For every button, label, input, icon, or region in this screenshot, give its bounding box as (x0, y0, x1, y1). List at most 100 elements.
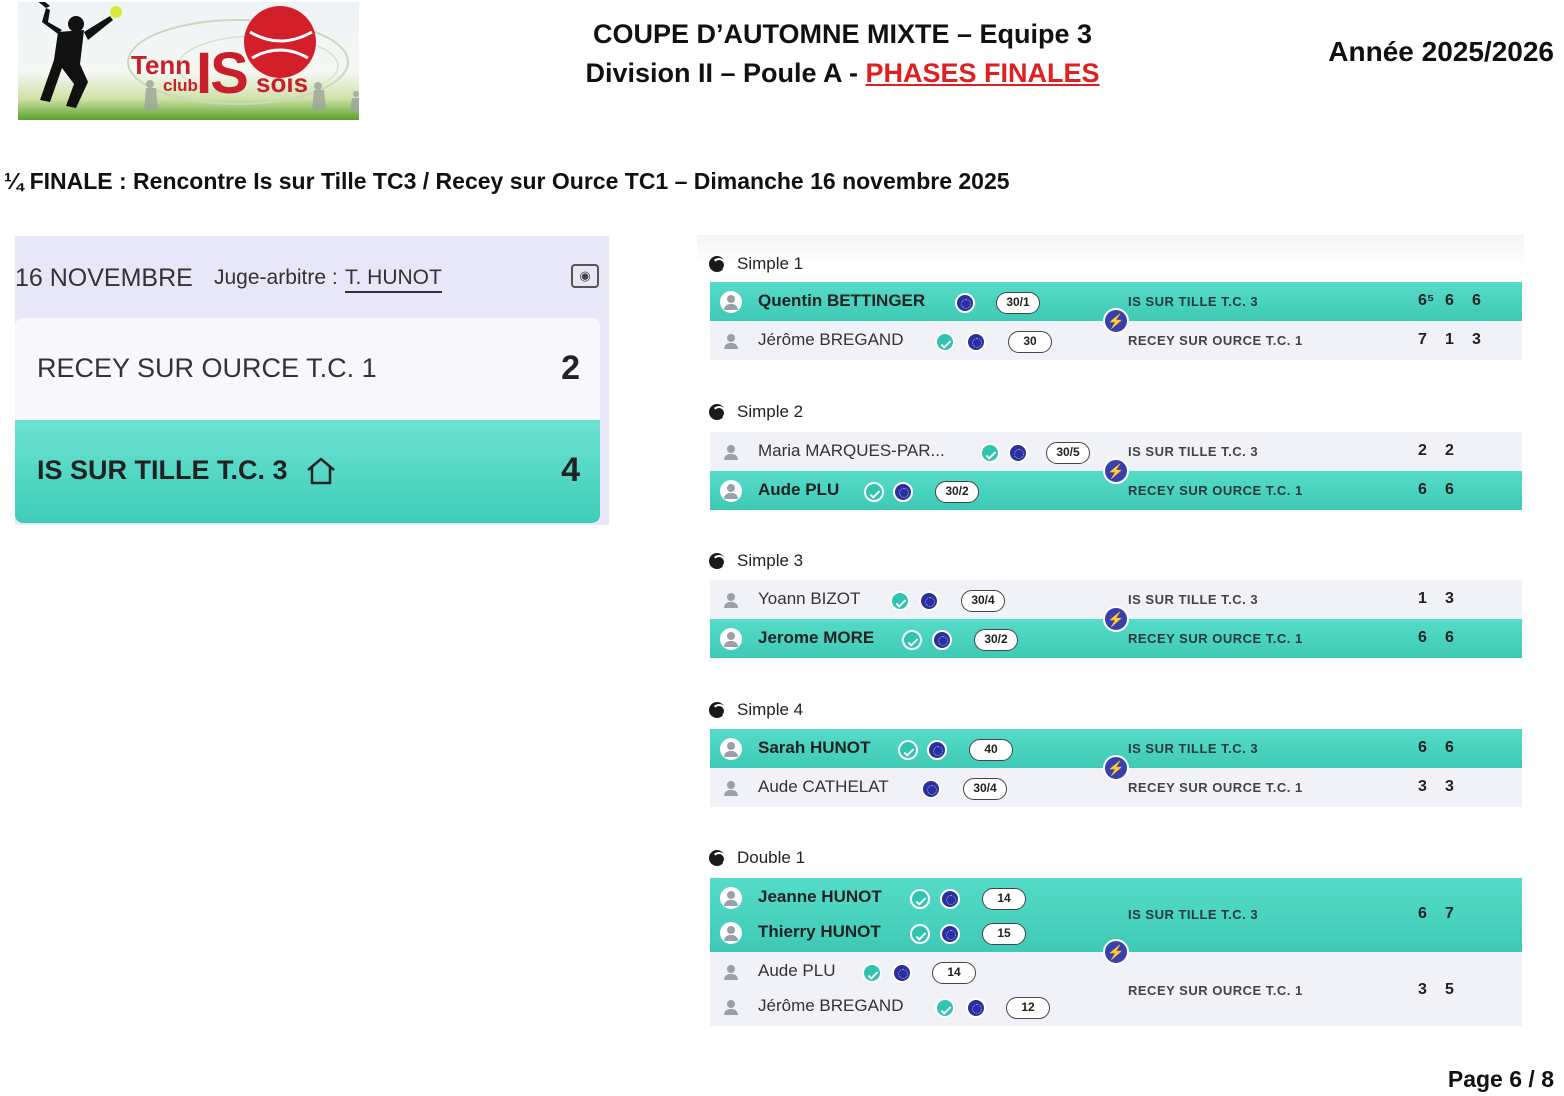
judge-name[interactable]: T. HUNOT (345, 266, 442, 293)
set-score: 6⁵ (1418, 292, 1435, 309)
verified-badge-icon (910, 889, 930, 909)
pair-player[interactable]: Jérôme BREGAND 12 (710, 987, 1130, 1026)
title-line-2: Division II – Poule A - PHASES FINALES (540, 54, 1145, 93)
tennis-ball-icon (709, 702, 726, 718)
license-badge-icon (921, 779, 941, 799)
club-name: RECEY SUR OURCE T.C. 1 (1128, 631, 1303, 646)
club-name: IS SUR TILLE T.C. 3 (1128, 444, 1259, 459)
license-badge-icon (966, 998, 986, 1018)
player-ranking: 15 (982, 923, 1026, 945)
team-name: RECEY SUR OURCE T.C. 1 (37, 353, 377, 383)
player-name[interactable]: Jérôme BREGAND (758, 996, 903, 1016)
club-name: RECEY SUR OURCE T.C. 1 (1128, 483, 1303, 498)
verified-badge-icon (890, 591, 910, 611)
set-score: 3 (1445, 590, 1454, 607)
player-avatar-icon (720, 922, 742, 944)
player-name[interactable]: Jérôme BREGAND (758, 330, 903, 350)
set-score: 6 (1472, 292, 1481, 309)
club-name: RECEY SUR OURCE T.C. 1 (1128, 780, 1303, 795)
section-title: ¼ FINALE : Rencontre Is sur Tille TC3 / … (4, 168, 1010, 194)
team-score: 2 (561, 349, 580, 387)
set-score: 6 (1445, 292, 1454, 309)
player-name[interactable]: Aude PLU (758, 961, 836, 981)
club-logo: Tenn club IS sois (18, 2, 359, 120)
lightning-icon: ⚡ (1103, 939, 1129, 965)
set-scores: 66 (1418, 481, 1472, 499)
set-scores: 66 (1418, 739, 1472, 757)
match-scoreboard: 16 NOVEMBRE Juge-arbitre : T. HUNOT ◉ RE… (15, 236, 609, 525)
player-name[interactable]: Jerome MORE (758, 628, 874, 648)
club-name: RECEY SUR OURCE T.C. 1 (1128, 983, 1303, 998)
player-ranking: 30 (1008, 331, 1052, 353)
player-ranking: 30/4 (963, 778, 1007, 800)
match-header: Simple 1 (709, 251, 803, 277)
match-header: Simple 2 (709, 399, 803, 425)
title-line-2-prefix: Division II – Poule A - (585, 58, 866, 88)
verified-badge-icon (935, 332, 955, 352)
set-scores: 67 (1418, 905, 1472, 923)
club-name: RECEY SUR OURCE T.C. 1 (1128, 333, 1303, 348)
player-avatar-icon (720, 589, 742, 611)
set-scores: 6⁵ 6 6 (1418, 292, 1499, 310)
match-label: Simple 4 (737, 700, 804, 719)
player-avatar-icon (720, 777, 742, 799)
player-name[interactable]: Aude CATHELAT (758, 777, 889, 797)
set-scores: 22 (1418, 442, 1472, 460)
player-avatar-icon (720, 738, 742, 760)
match-results-panel: Simple 1 Quentin BETTINGER 30/1 IS SUR T… (697, 235, 1524, 1035)
club-name: IS SUR TILLE T.C. 3 (1128, 741, 1259, 756)
pair-player[interactable]: Jeanne HUNOT 14 (710, 878, 1130, 917)
player-avatar-icon (720, 628, 742, 650)
verified-badge-icon (898, 740, 918, 760)
set-score: 3 (1418, 778, 1427, 795)
team-row-home[interactable]: IS SUR TILLE T.C. 3 4 (15, 420, 600, 523)
set-score: 5 (1445, 981, 1454, 998)
verified-badge-icon (980, 443, 1000, 463)
player-avatar-icon (720, 887, 742, 909)
verified-badge-icon (864, 482, 884, 502)
set-score: 3 (1418, 981, 1427, 998)
pair-player[interactable]: Aude PLU 14 (710, 952, 1130, 991)
verified-badge-icon (862, 963, 882, 983)
player-ranking: 30/5 (1046, 442, 1090, 464)
player-ranking: 30/2 (974, 629, 1018, 651)
page-number: Page 6 / 8 (1447, 1066, 1554, 1092)
match-header: Simple 3 (709, 548, 803, 574)
player-ranking: 30/4 (961, 590, 1005, 612)
club-name: IS SUR TILLE T.C. 3 (1128, 592, 1259, 607)
document-title: COUPE D’AUTOMNE MIXTE – Equipe 3 Divisio… (540, 15, 1145, 93)
player-name[interactable]: Aude PLU (758, 480, 839, 500)
team-score: 4 (561, 451, 580, 489)
player-name[interactable]: Sarah HUNOT (758, 738, 870, 758)
match-label: Simple 1 (737, 254, 804, 273)
license-badge-icon (919, 591, 939, 611)
license-badge-icon (940, 889, 960, 909)
set-scores: 7 1 3 (1418, 331, 1499, 349)
verified-badge-icon (902, 630, 922, 650)
player-name[interactable]: Maria MARQUES-PAR... (758, 441, 945, 461)
player-name[interactable]: Yoann BIZOT (758, 589, 860, 609)
tennis-ball-icon (709, 850, 726, 866)
set-scores: 35 (1418, 981, 1472, 999)
set-scores: 33 (1418, 778, 1472, 796)
title-highlight: PHASES FINALES (865, 58, 1100, 88)
license-badge-icon (955, 293, 975, 313)
set-score: 7 (1418, 331, 1427, 348)
match-label: Simple 2 (737, 402, 804, 421)
player-name[interactable]: Jeanne HUNOT (758, 887, 882, 907)
player-ranking: 40 (969, 739, 1013, 761)
player-name[interactable]: Thierry HUNOT (758, 922, 881, 942)
pair-player[interactable]: Thierry HUNOT 15 (710, 913, 1130, 952)
tennis-ball-icon (709, 553, 726, 569)
team-row-away[interactable]: RECEY SUR OURCE T.C. 1 2 (15, 318, 600, 420)
set-score: 6 (1418, 905, 1427, 922)
verified-badge-icon (935, 998, 955, 1018)
set-score: 2 (1445, 442, 1454, 459)
set-score: 1 (1418, 590, 1427, 607)
player-ranking: 30/1 (996, 292, 1040, 314)
set-scores: 13 (1418, 590, 1472, 608)
ball-card-icon[interactable]: ◉ (571, 264, 599, 288)
player-name[interactable]: Quentin BETTINGER (758, 291, 925, 311)
match-date: 16 NOVEMBRE (15, 264, 193, 292)
set-score: 3 (1445, 778, 1454, 795)
